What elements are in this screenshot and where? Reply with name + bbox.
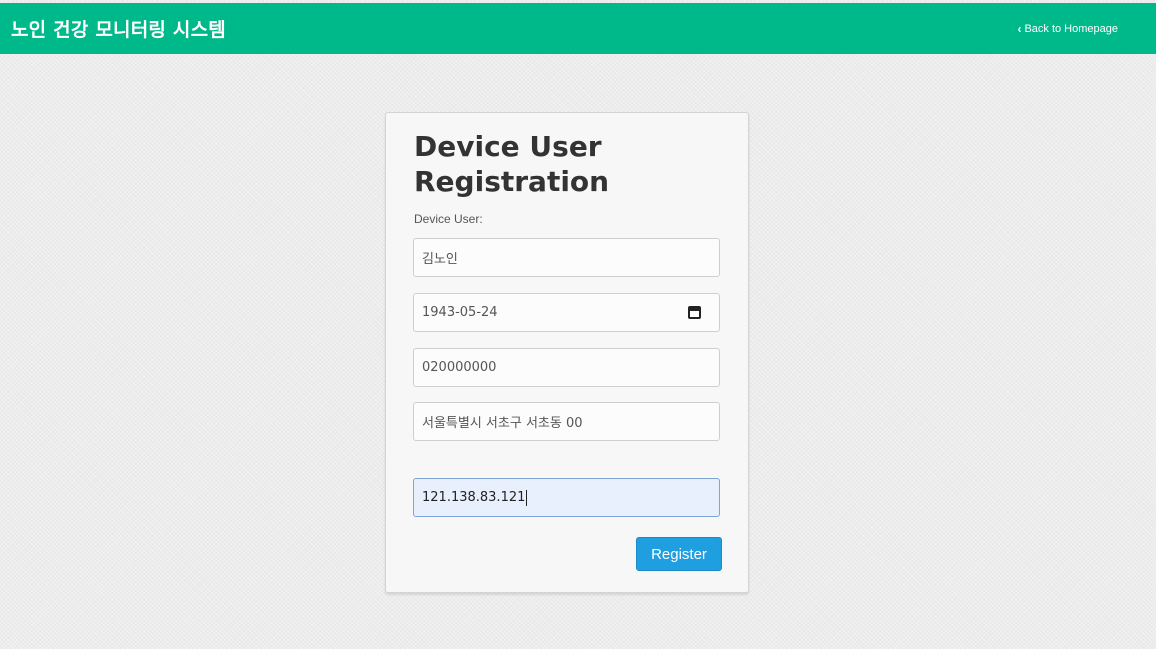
- app-title: 노인 건강 모니터링 시스템: [11, 19, 226, 41]
- phone-input-value: 020000000: [422, 360, 497, 375]
- ip-address-input[interactable]: 121.138.83.121: [413, 478, 720, 517]
- chevron-left-icon: ‹: [1017, 21, 1022, 36]
- name-input[interactable]: 김노인: [413, 238, 720, 277]
- text-cursor: [526, 489, 528, 506]
- address-input-value: 서울특별시 서초구 서초동 00: [422, 416, 583, 431]
- calendar-icon[interactable]: [688, 306, 701, 319]
- name-input-value: 김노인: [422, 252, 458, 267]
- registration-card: Device User Registration Device User: 김노…: [385, 112, 749, 593]
- device-user-label: Device User:: [414, 212, 483, 226]
- address-input[interactable]: 서울특별시 서초구 서초동 00: [413, 402, 720, 441]
- phone-input[interactable]: 020000000: [413, 348, 720, 387]
- back-link-label: Back to Homepage: [1024, 22, 1118, 35]
- birthdate-input-value: 1943-05-24: [422, 305, 498, 320]
- top-navbar: 노인 건강 모니터링 시스템 ‹ Back to Homepage: [0, 3, 1156, 54]
- birthdate-input[interactable]: 1943-05-24: [413, 293, 720, 332]
- register-button[interactable]: Register: [636, 537, 722, 571]
- form-title: Device User Registration: [414, 130, 610, 198]
- back-to-homepage-link[interactable]: ‹ Back to Homepage: [1017, 22, 1118, 36]
- ip-address-input-value: 121.138.83.121: [422, 490, 526, 505]
